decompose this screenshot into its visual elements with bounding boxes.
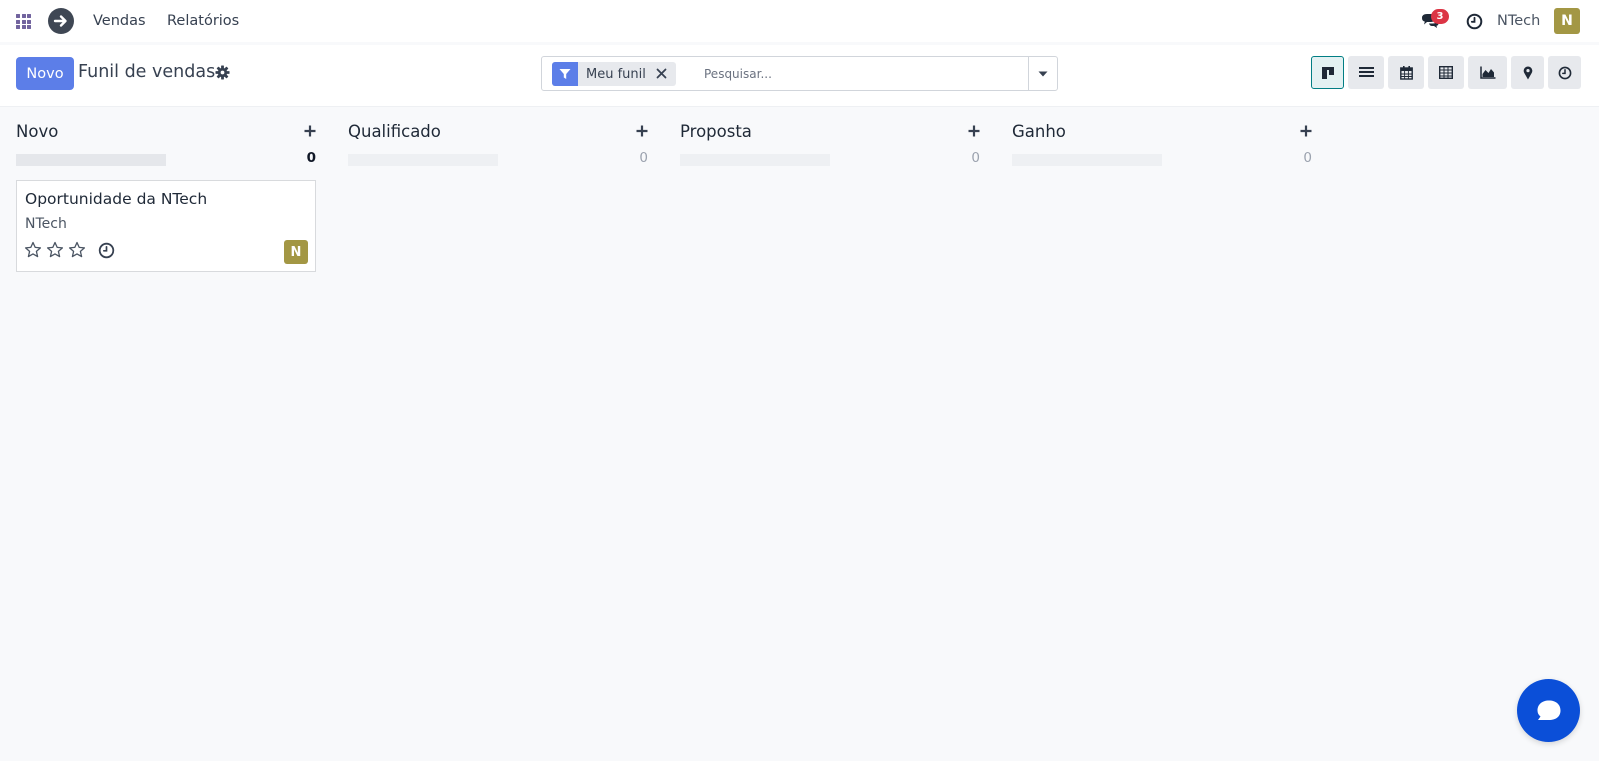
- calendar-icon: [1399, 65, 1413, 80]
- messages-count-badge: 3: [1431, 9, 1449, 24]
- caret-down-icon: [1038, 71, 1048, 76]
- graph-view-button[interactable]: [1468, 56, 1507, 89]
- star-icon[interactable]: [68, 241, 86, 259]
- column-count: 0: [306, 150, 316, 166]
- column-count: 0: [971, 150, 980, 166]
- company-name[interactable]: NTech: [1497, 13, 1540, 29]
- column-title: Qualificado: [348, 122, 441, 141]
- column-count: 0: [639, 150, 648, 166]
- column-progress-bar[interactable]: [680, 154, 830, 166]
- plus-icon[interactable]: [968, 125, 980, 137]
- column-progress-bar[interactable]: [16, 154, 166, 166]
- graph-icon: [1479, 66, 1495, 79]
- activity-clock-icon[interactable]: [98, 242, 115, 259]
- menu-relatorios[interactable]: Relatórios: [167, 13, 239, 29]
- top-navbar: Vendas Relatórios 3 NTech N: [0, 0, 1599, 42]
- activity-view-button[interactable]: [1548, 56, 1581, 89]
- map-view-button[interactable]: [1511, 56, 1544, 89]
- calendar-view-button[interactable]: [1388, 56, 1424, 89]
- salesperson-avatar[interactable]: N: [284, 240, 308, 264]
- new-button[interactable]: Novo: [16, 57, 74, 90]
- control-panel: Novo Funil de vendas Meu funil: [0, 45, 1599, 107]
- page-title: Funil de vendas: [78, 62, 216, 82]
- column-title: Proposta: [680, 122, 752, 141]
- column-title: Novo: [16, 122, 59, 141]
- list-icon: [1358, 67, 1374, 77]
- map-pin-icon: [1523, 66, 1532, 79]
- view-switcher: [1311, 56, 1581, 89]
- column-progress-bar[interactable]: [1012, 154, 1162, 166]
- star-icon[interactable]: [46, 241, 64, 259]
- clock-icon[interactable]: [1466, 13, 1483, 30]
- kanban-view-button[interactable]: [1311, 56, 1344, 89]
- card-customer: NTech: [25, 216, 67, 232]
- column-progress-bar[interactable]: [348, 154, 498, 166]
- pivot-icon: [1439, 66, 1453, 79]
- column-title: Ganho: [1012, 122, 1066, 141]
- star-icon[interactable]: [24, 241, 42, 259]
- plus-icon[interactable]: [1300, 125, 1312, 137]
- plus-icon[interactable]: [304, 125, 316, 137]
- facet-label: Meu funil: [586, 66, 646, 82]
- opportunity-card[interactable]: Oportunidade da NTech NTech N: [16, 180, 316, 272]
- gear-icon[interactable]: [215, 65, 230, 80]
- close-icon[interactable]: [656, 68, 667, 79]
- pivot-view-button[interactable]: [1428, 56, 1464, 89]
- chat-bubble-icon: [1537, 700, 1560, 720]
- kanban-icon: [1321, 66, 1334, 79]
- filter-icon: [552, 62, 578, 86]
- plus-icon[interactable]: [636, 125, 648, 137]
- user-avatar[interactable]: N: [1554, 8, 1580, 34]
- column-count: 0: [1303, 150, 1312, 166]
- search-facet: Meu funil: [552, 62, 676, 86]
- card-title: Oportunidade da NTech: [25, 190, 208, 208]
- search-input[interactable]: [704, 64, 1004, 84]
- menu-vendas[interactable]: Vendas: [93, 13, 146, 29]
- activity-icon: [1558, 66, 1571, 79]
- search-bar: Meu funil: [541, 56, 1058, 91]
- apps-menu-icon[interactable]: [16, 14, 31, 29]
- live-chat-button[interactable]: [1517, 679, 1580, 742]
- list-view-button[interactable]: [1348, 56, 1384, 89]
- crm-app-icon[interactable]: [48, 8, 74, 34]
- search-options-toggle[interactable]: [1028, 57, 1057, 90]
